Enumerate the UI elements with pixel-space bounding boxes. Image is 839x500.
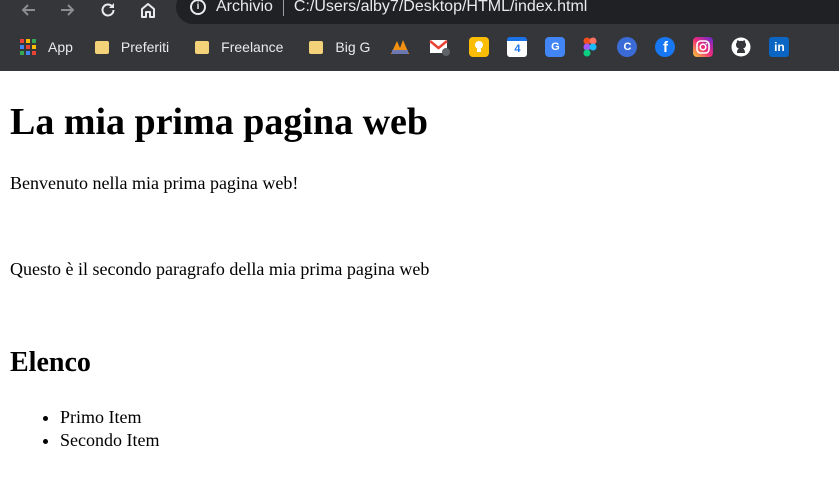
bookmark-facebook[interactable]: f [655, 34, 676, 60]
reload-button[interactable] [94, 0, 122, 24]
bookmark-github[interactable] [731, 34, 751, 60]
list-item: Primo Item [60, 406, 159, 429]
address-scheme-label: Archivio [216, 0, 273, 15]
browser-chrome: i Archivio C:/Users/alby7/Desktop/HTML/i… [0, 0, 839, 71]
address-bar[interactable]: i Archivio C:/Users/alby7/Desktop/HTML/i… [176, 0, 839, 24]
bookmark-freelance[interactable]: Freelance [195, 34, 283, 60]
bookmarks-bar: App Preferiti Freelance Big G 4 G C f in [0, 34, 839, 60]
translate-icon: G [545, 37, 566, 57]
bookmark-big-g[interactable]: Big G [309, 34, 370, 60]
keep-icon [469, 37, 490, 57]
item-list: Primo Item Secondo Item [10, 406, 159, 452]
bookmark-preferiti[interactable]: Preferiti [94, 34, 170, 60]
bookmark-pma[interactable] [389, 34, 411, 60]
home-icon [141, 3, 155, 18]
canva-icon: C [617, 37, 638, 57]
paragraph-welcome: Benvenuto nella mia prima pagina web! [10, 173, 299, 193]
page-title: La mia prima pagina web [10, 101, 429, 143]
github-icon [731, 37, 751, 57]
bookmark-label: Freelance [221, 39, 284, 55]
linkedin-icon: in [769, 37, 790, 57]
list-item: Secondo Item [60, 429, 159, 452]
bookmark-translate[interactable]: G [545, 34, 566, 60]
instagram-icon [693, 37, 714, 57]
arrow-right-icon [61, 4, 75, 16]
bookmark-label: Preferiti [120, 39, 170, 55]
arrow-left-icon [21, 4, 35, 16]
bookmark-keep[interactable] [469, 34, 490, 60]
bookmark-linkedin[interactable]: in [769, 34, 790, 60]
info-icon[interactable]: i [190, 0, 206, 15]
reload-icon [101, 3, 115, 17]
bookmark-figma[interactable] [583, 34, 597, 60]
back-button[interactable] [14, 0, 42, 24]
bookmark-label: App [48, 39, 73, 55]
calendar-icon: 4 [507, 37, 528, 57]
bookmark-instagram[interactable] [693, 34, 714, 60]
address-url: C:/Users/alby7/Desktop/HTML/index.html [293, 0, 588, 15]
nav-row: i Archivio C:/Users/alby7/Desktop/HTML/i… [0, 0, 839, 24]
home-button[interactable] [134, 0, 162, 24]
bookmark-gmail[interactable] [429, 34, 451, 60]
address-separator [282, 0, 284, 16]
apps-grid-icon [20, 39, 36, 55]
facebook-icon: f [655, 37, 676, 57]
bookmark-label: Big G [335, 39, 371, 55]
bookmark-calendar[interactable]: 4 [507, 34, 528, 60]
folder-icon [94, 40, 109, 54]
folder-icon [195, 40, 210, 54]
bookmark-canva[interactable]: C [617, 34, 638, 60]
paragraph-second: Questo è il secondo paragrafo della mia … [10, 259, 430, 279]
list-heading: Elenco [10, 347, 91, 378]
pma-icon [391, 40, 410, 54]
bookmark-app[interactable]: App [20, 34, 73, 60]
folder-icon [309, 40, 324, 54]
gmail-icon [429, 40, 451, 56]
figma-icon [583, 37, 597, 57]
forward-button[interactable] [54, 0, 82, 24]
